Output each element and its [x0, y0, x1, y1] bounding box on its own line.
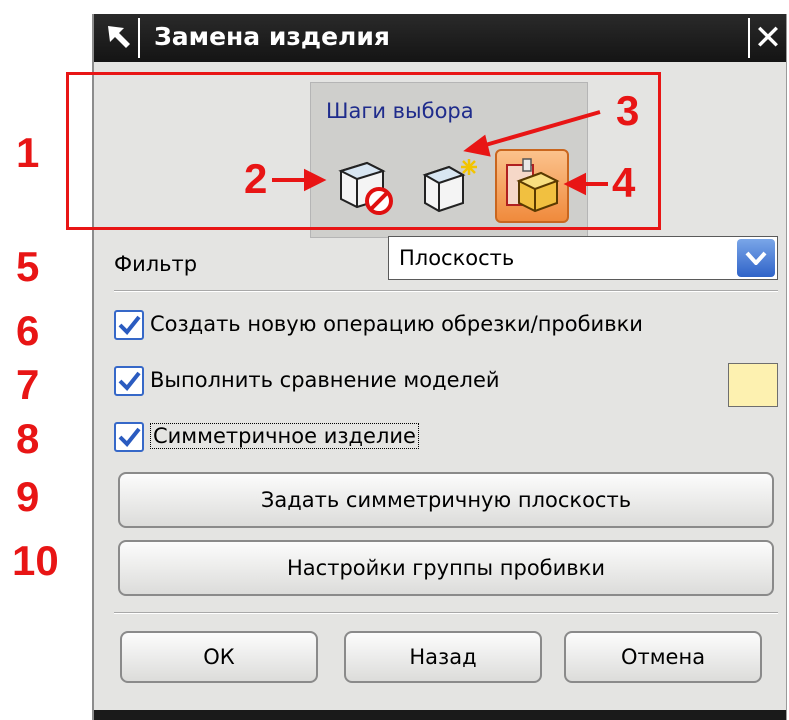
- bottom-bar: [94, 710, 786, 720]
- checkbox-label: Симметричное изделие: [150, 423, 419, 449]
- filter-label: Фильтр: [114, 252, 198, 276]
- checkbox[interactable]: [114, 422, 144, 452]
- annotation-9: 9: [16, 473, 40, 520]
- checkbox-label: Выполнить сравнение моделей: [150, 368, 500, 392]
- chevron-down-icon[interactable]: [737, 239, 775, 277]
- divider: [114, 612, 778, 614]
- checkbox[interactable]: [114, 310, 144, 340]
- set-symmetric-plane-button[interactable]: Задать симметричную плоскость: [118, 472, 774, 528]
- title-bar[interactable]: Замена изделия ✕: [94, 14, 786, 62]
- back-button[interactable]: Назад: [344, 631, 542, 683]
- filter-dropdown[interactable]: Плоскость: [388, 236, 778, 280]
- divider: [114, 290, 778, 292]
- annotation-6: 6: [16, 307, 40, 354]
- comparison-color-swatch[interactable]: [728, 363, 778, 407]
- filter-value: Плоскость: [399, 246, 515, 270]
- checkbox[interactable]: [114, 366, 144, 396]
- ok-button[interactable]: ОК: [120, 631, 318, 683]
- annotation-3: 3: [616, 87, 640, 134]
- checkbox-label-text: Симметричное изделие: [150, 423, 419, 449]
- annotation-7: 7: [16, 361, 40, 408]
- dialog-title: Замена изделия: [154, 22, 390, 51]
- selection-steps-highlight-box: [66, 72, 661, 230]
- pin-icon[interactable]: [100, 18, 140, 58]
- annotation-10: 10: [12, 537, 59, 584]
- annotation-4: 4: [612, 159, 636, 206]
- annotation-8: 8: [16, 415, 40, 462]
- checkbox-label: Создать новую операцию обрезки/пробивки: [150, 312, 643, 336]
- punch-group-settings-button[interactable]: Настройки группы пробивки: [118, 540, 774, 596]
- annotation-1: 1: [16, 129, 40, 176]
- cancel-button[interactable]: Отмена: [564, 631, 762, 683]
- close-icon[interactable]: ✕: [748, 18, 786, 58]
- annotation-2: 2: [244, 155, 268, 202]
- annotation-5: 5: [16, 243, 40, 290]
